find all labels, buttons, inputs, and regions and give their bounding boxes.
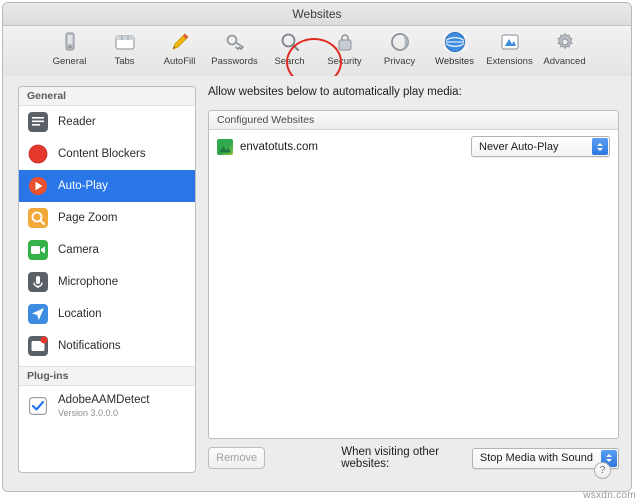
- search-icon: [278, 30, 302, 54]
- site-name: envatotuts.com: [240, 140, 318, 153]
- toolbar-item-general[interactable]: General: [42, 28, 97, 67]
- sidebar-item-location[interactable]: Location: [19, 298, 195, 330]
- configured-websites-list: Configured Websites envatotuts.com Never…: [208, 110, 619, 439]
- sidebar-item-camera[interactable]: Camera: [19, 234, 195, 266]
- sidebar-item-reader[interactable]: Reader: [19, 106, 195, 138]
- passwords-icon: [223, 30, 247, 54]
- toolbar-item-autofill[interactable]: AutoFill: [152, 28, 207, 67]
- window-title: Websites: [292, 7, 342, 21]
- reader-icon: [27, 111, 49, 133]
- general-icon: [58, 30, 82, 54]
- toolbar-label-extensions: Extensions: [486, 56, 533, 67]
- sidebar-label-location: Location: [58, 308, 102, 320]
- toolbar-label-security: Security: [327, 56, 362, 67]
- sidebar-item-notifications[interactable]: Notifications: [19, 330, 195, 362]
- preferences-toolbar: General Tabs AutoFill Passwords Search S…: [3, 26, 631, 86]
- toolbar-label-autofill: AutoFill: [163, 56, 196, 67]
- toolbar-item-tabs[interactable]: Tabs: [97, 28, 152, 67]
- remove-button[interactable]: Remove: [208, 447, 266, 469]
- site-favicon-icon: [217, 138, 233, 155]
- advanced-icon: [553, 30, 577, 54]
- microphone-icon: [27, 271, 49, 293]
- camera-icon: [27, 239, 49, 261]
- sidebar-sublabel-adobeaamdetect-version: Version 3.0.0.0: [58, 407, 119, 418]
- preferences-window: Websites General Tabs AutoFill Passwords…: [2, 2, 632, 492]
- autoplay-setting-value: Never Auto-Play: [479, 140, 559, 153]
- toolbar-label-websites: Websites: [435, 56, 474, 67]
- notifications-icon: [27, 335, 49, 357]
- content-blockers-icon: [27, 143, 49, 165]
- window-titlebar: Websites: [3, 3, 631, 26]
- toolbar-item-advanced[interactable]: Advanced: [537, 28, 592, 67]
- autoplay-setting-dropdown[interactable]: Never Auto-Play: [471, 136, 610, 157]
- sidebar-label-camera: Camera: [58, 244, 99, 256]
- websites-sidebar: General Reader Content Blockers Auto-Pla…: [18, 86, 196, 473]
- autofill-icon: [168, 30, 192, 54]
- toolbar-item-privacy[interactable]: Privacy: [372, 28, 427, 67]
- toolbar-item-websites[interactable]: Websites: [427, 28, 482, 67]
- sidebar-label-reader: Reader: [58, 116, 96, 128]
- toolbar-label-tabs: Tabs: [114, 56, 135, 67]
- auto-play-pane: Allow websites below to automatically pl…: [208, 86, 619, 483]
- sidebar-group-general: General: [19, 87, 195, 106]
- sidebar-label-content-blockers: Content Blockers: [58, 148, 146, 160]
- toolbar-item-passwords[interactable]: Passwords: [207, 28, 262, 67]
- websites-icon: [442, 30, 467, 54]
- tabs-icon: [113, 30, 137, 54]
- toolbar-label-passwords: Passwords: [211, 56, 258, 67]
- preferences-content: General Reader Content Blockers Auto-Pla…: [3, 76, 631, 491]
- toolbar-label-privacy: Privacy: [383, 56, 416, 67]
- toolbar-label-advanced: Advanced: [543, 56, 586, 67]
- privacy-icon: [388, 30, 412, 54]
- sidebar-item-adobeaamdetect[interactable]: AdobeAAMDetect Version 3.0.0.0: [19, 386, 195, 426]
- page-zoom-icon: [27, 207, 49, 229]
- sidebar-label-microphone: Microphone: [58, 276, 119, 288]
- sidebar-label-auto-play: Auto-Play: [58, 180, 108, 192]
- table-row[interactable]: envatotuts.com Never Auto-Play: [209, 130, 618, 163]
- watermark: wsxdn.com: [583, 490, 636, 501]
- auto-play-bottom-bar: Remove When visiting other websites: Sto…: [208, 446, 619, 470]
- sidebar-item-microphone[interactable]: Microphone: [19, 266, 195, 298]
- allow-websites-label: Allow websites below to automatically pl…: [208, 86, 462, 98]
- sidebar-group-plugins: Plug-ins: [19, 366, 195, 386]
- configured-websites-header: Configured Websites: [209, 111, 618, 130]
- toolbar-label-search: Search: [274, 56, 305, 67]
- chevron-updown-icon: [592, 138, 608, 155]
- toolbar-item-security[interactable]: Security: [317, 28, 372, 67]
- sidebar-item-page-zoom[interactable]: Page Zoom: [19, 202, 195, 234]
- auto-play-icon: [27, 175, 49, 197]
- plugin-text-column: AdobeAAMDetect Version 3.0.0.0: [58, 394, 149, 419]
- sidebar-item-content-blockers[interactable]: Content Blockers: [19, 138, 195, 170]
- security-icon: [333, 30, 357, 54]
- plugin-checkbox-icon[interactable]: [27, 395, 49, 417]
- sidebar-label-notifications: Notifications: [58, 340, 121, 352]
- sidebar-item-auto-play[interactable]: Auto-Play: [19, 170, 195, 202]
- help-button[interactable]: ?: [594, 462, 611, 479]
- sidebar-label-page-zoom: Page Zoom: [58, 212, 118, 224]
- extensions-icon: [498, 30, 522, 54]
- toolbar-item-search[interactable]: Search: [262, 28, 317, 67]
- toolbar-label-general: General: [52, 56, 87, 67]
- sidebar-label-adobeaamdetect: AdobeAAMDetect: [58, 393, 150, 406]
- other-websites-value: Stop Media with Sound: [479, 452, 593, 464]
- other-websites-label: When visiting other websites:: [341, 446, 440, 470]
- location-icon: [27, 303, 49, 325]
- toolbar-item-extensions[interactable]: Extensions: [482, 28, 537, 67]
